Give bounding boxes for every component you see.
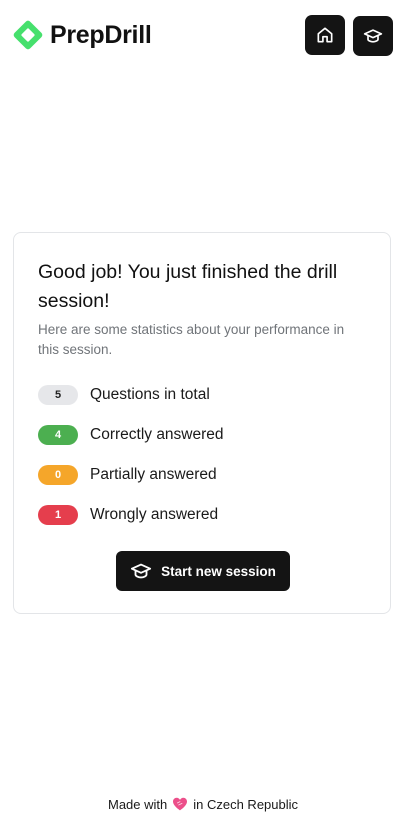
stat-partial-label: Partially answered [90, 466, 217, 483]
results-card: Good job! You just finished the drill se… [13, 232, 391, 614]
footer-made-with: Made with [107, 796, 168, 812]
home-button[interactable] [305, 15, 345, 55]
results-subtitle: Here are some statistics about your perf… [38, 322, 345, 357]
graduation-cap-icon [363, 29, 383, 43]
stat-total-badge: 5 [38, 385, 78, 405]
stat-partial-badge: 0 [38, 465, 78, 485]
home-icon [317, 27, 333, 43]
brand[interactable]: PrepDrill [12, 18, 152, 52]
drill-button[interactable] [353, 16, 393, 56]
stat-total: 5 Questions in total [38, 385, 368, 405]
stat-correct-label: Correctly answered [90, 426, 224, 443]
stat-total-label: Questions in total [90, 386, 210, 403]
results-title: Good job! You just finished the drill se… [38, 261, 338, 312]
stats-list: 5 Questions in total 4 Correctly answere… [38, 385, 368, 545]
footer: Made with in Czech Republic [0, 794, 406, 814]
heart-icon [173, 797, 188, 811]
stat-wrong: 1 Wrongly answered [38, 505, 368, 525]
brand-name: PrepDrill [50, 20, 152, 49]
page: PrepDrill Good job! You just finished th… [0, 0, 406, 820]
stat-wrong-badge: 1 [38, 505, 78, 525]
stat-partial: 0 Partially answered [38, 465, 368, 485]
logo-icon [13, 20, 43, 50]
footer-location: in Czech Republic [193, 796, 299, 812]
app-header: PrepDrill [0, 0, 406, 72]
start-new-session-button[interactable]: Start new session [116, 551, 290, 591]
graduation-cap-icon [131, 563, 152, 579]
stat-correct: 4 Correctly answered [38, 425, 368, 445]
stat-correct-badge: 4 [38, 425, 78, 445]
start-new-session-label: Start new session [161, 563, 276, 579]
stat-wrong-label: Wrongly answered [90, 506, 219, 523]
